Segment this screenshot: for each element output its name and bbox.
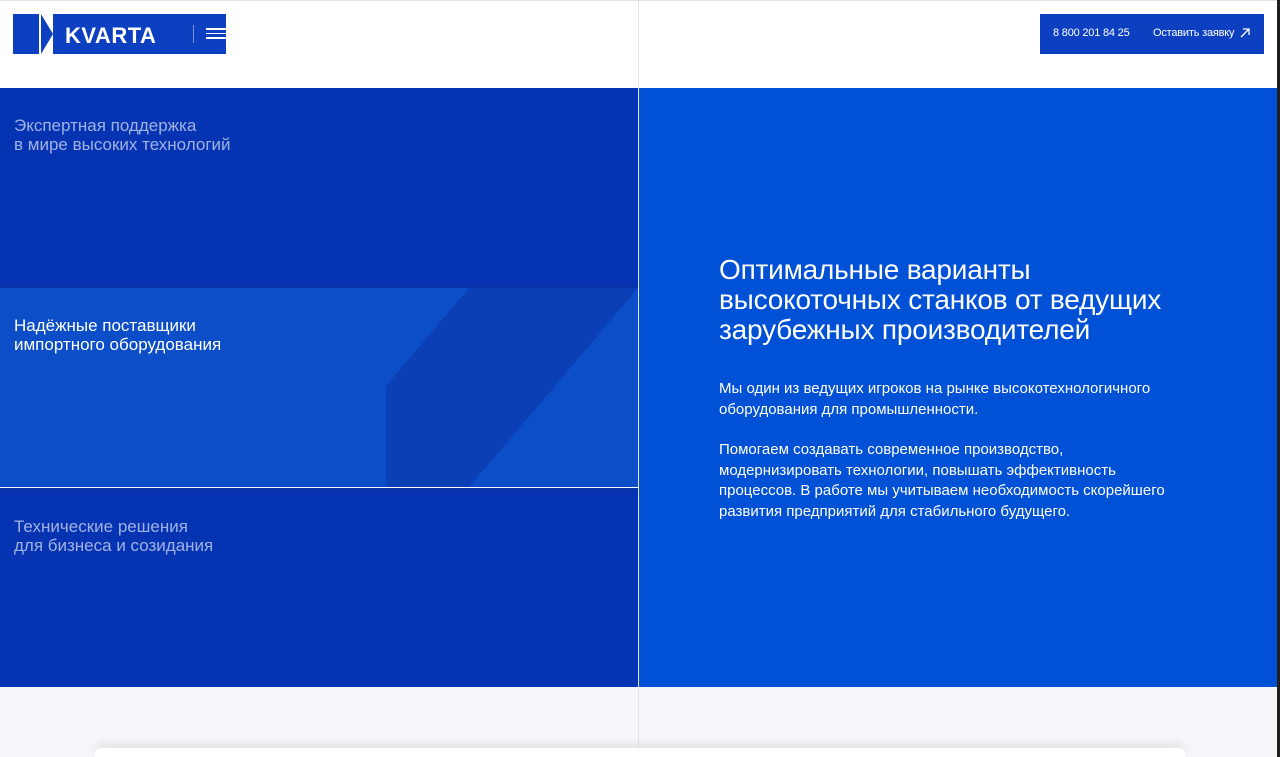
feature-item-label: Экспертная поддержка в мире высоких техн… [14,116,231,154]
logo-text: KVARTA [65,23,157,48]
next-section [0,687,1278,757]
logo-divider [193,25,194,43]
feature-item-suppliers[interactable]: Надёжные поставщики импортного оборудова… [0,288,638,487]
feature-item-label: Технические решения для бизнеса и созида… [14,517,214,555]
contact-bar: 8 800 201 84 25 Оставить заявку [1040,14,1264,54]
logo[interactable]: KVARTA [13,14,226,54]
feature-item-label: Надёжные поставщики импортного оборудова… [14,316,222,354]
hamburger-icon[interactable] [206,28,226,40]
feature-item-technical-solutions[interactable]: Технические решения для бизнеса и созида… [0,488,638,688]
content-panel: Оптимальные варианты высокоточных станко… [639,88,1278,687]
apply-button[interactable]: Оставить заявку [1153,27,1235,39]
content-paragraph-1: Мы один из ведущих игроков на рынке высо… [719,380,1151,418]
arrow-up-right-icon[interactable] [1239,27,1251,39]
content-paragraph-2: Помогаем создавать современное производс… [719,441,1165,520]
site-header: KVARTA 8 800 201 84 25 Оставить заявку [0,0,1280,88]
phone-link[interactable]: 8 800 201 84 25 [1053,27,1130,39]
feature-item-expert-support[interactable]: Экспертная поддержка в мире высоких техн… [0,88,638,288]
feature-menu: Экспертная поддержка в мире высоких техн… [0,88,638,688]
content-title: Оптимальные варианты высокоточных станко… [719,254,1162,345]
logo-mark-icon [13,14,53,54]
column-divider-bottom [638,687,639,757]
next-section-card [95,748,1185,757]
decorative-shapes [386,288,638,487]
